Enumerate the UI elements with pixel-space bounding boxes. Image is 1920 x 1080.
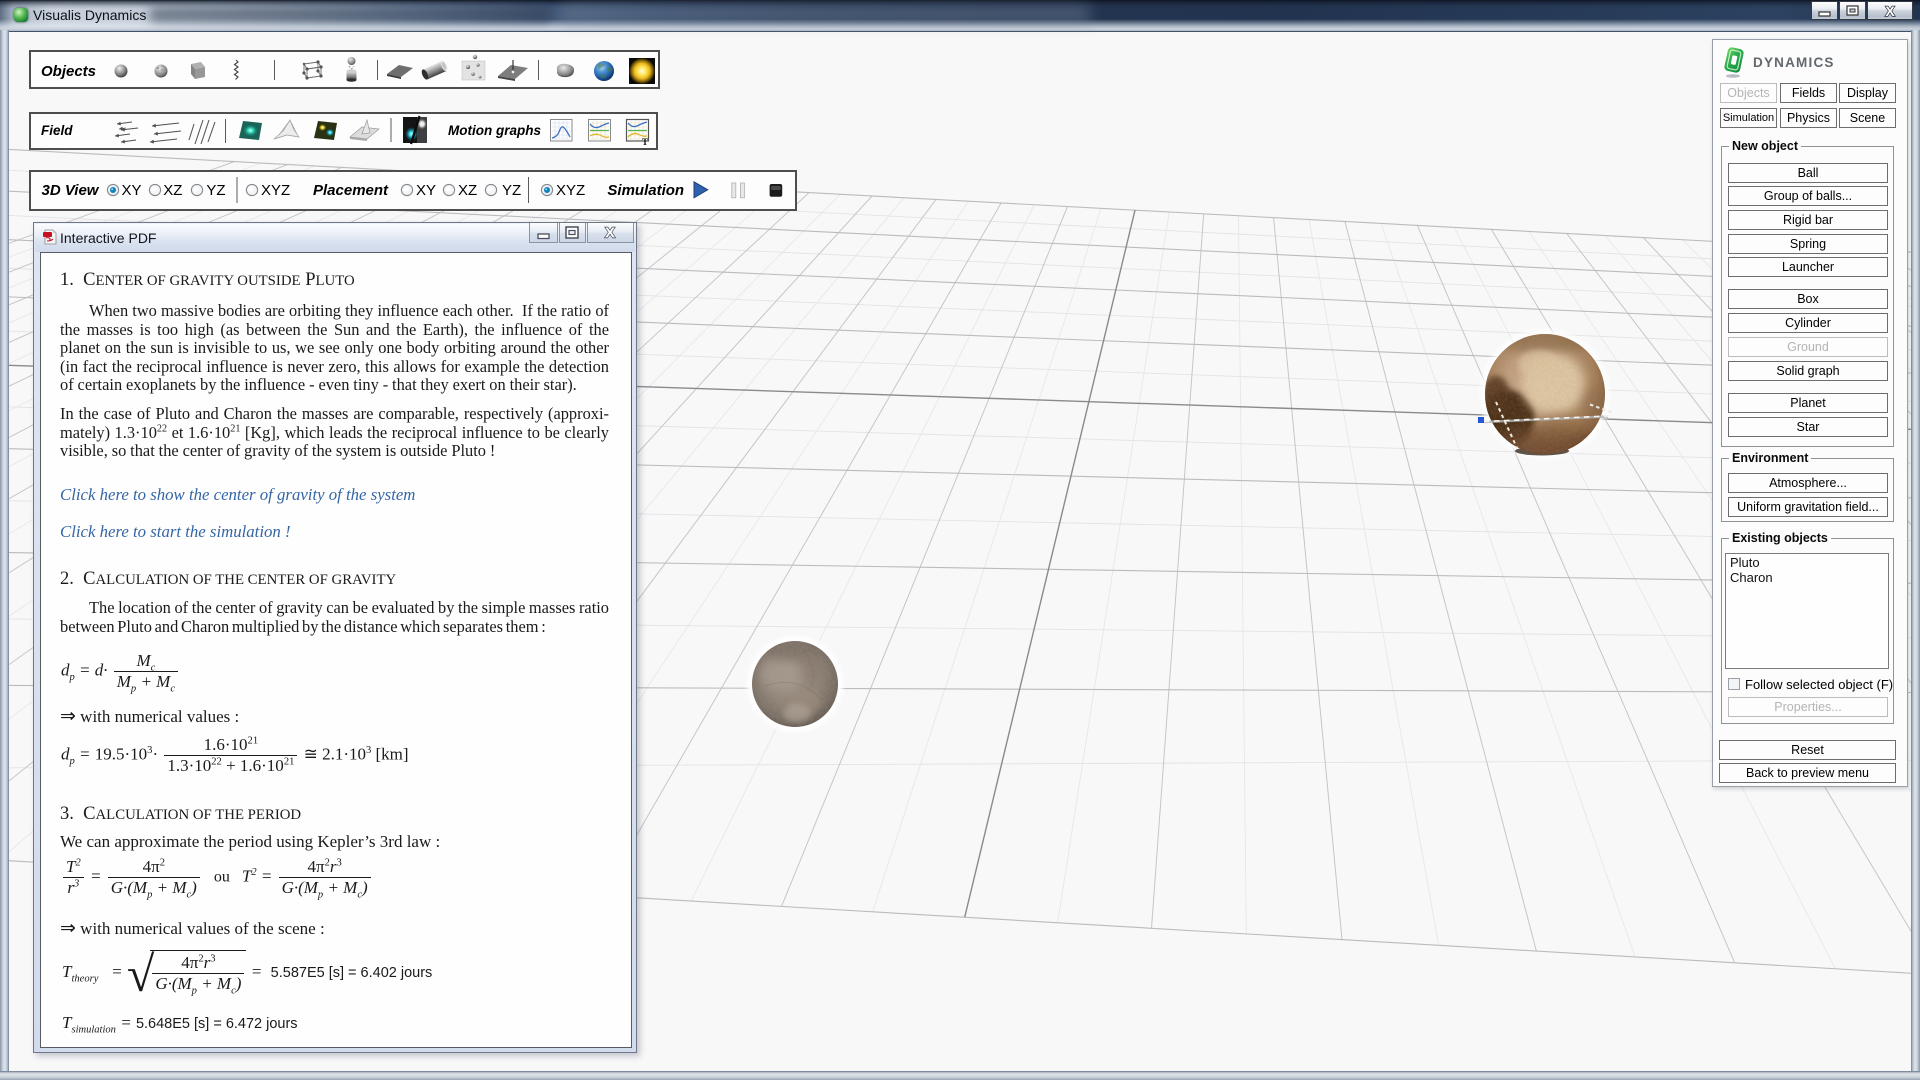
svg-text:XYZ: XYZ bbox=[261, 182, 290, 199]
svg-text:Placement: Placement bbox=[313, 182, 389, 199]
svg-text:X: X bbox=[1885, 3, 1895, 19]
svg-text:3D View: 3D View bbox=[42, 182, 100, 199]
svg-text:Objects: Objects bbox=[41, 63, 96, 80]
svg-text:XY: XY bbox=[122, 182, 142, 199]
svg-text:T: T bbox=[642, 137, 648, 147]
svg-text:XY: XY bbox=[416, 182, 436, 199]
svg-text:Field: Field bbox=[41, 123, 73, 138]
svg-text:Simulation: Simulation bbox=[607, 182, 684, 199]
svg-text:Motion graphs: Motion graphs bbox=[448, 123, 541, 138]
svg-text:XYZ: XYZ bbox=[556, 182, 585, 199]
svg-text:XZ: XZ bbox=[163, 182, 182, 199]
svg-text:XZ: XZ bbox=[458, 182, 477, 199]
svg-text:YZ: YZ bbox=[206, 182, 225, 199]
svg-text:YZ: YZ bbox=[502, 182, 521, 199]
svg-text:X: X bbox=[605, 225, 615, 242]
